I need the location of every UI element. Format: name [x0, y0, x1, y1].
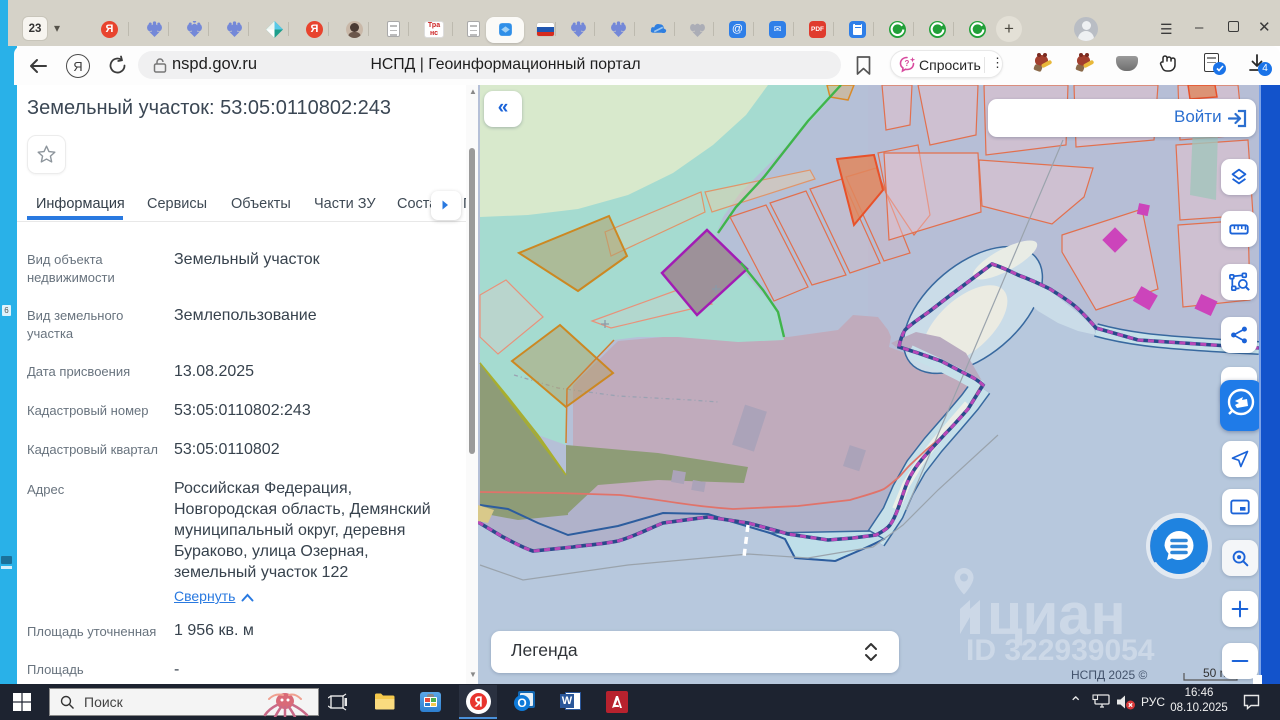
- svg-text:ID 322939054: ID 322939054: [966, 634, 1155, 667]
- svg-text:НСПД 2025 ©: НСПД 2025 ©: [1071, 668, 1147, 682]
- svg-text:?: ?: [905, 59, 910, 68]
